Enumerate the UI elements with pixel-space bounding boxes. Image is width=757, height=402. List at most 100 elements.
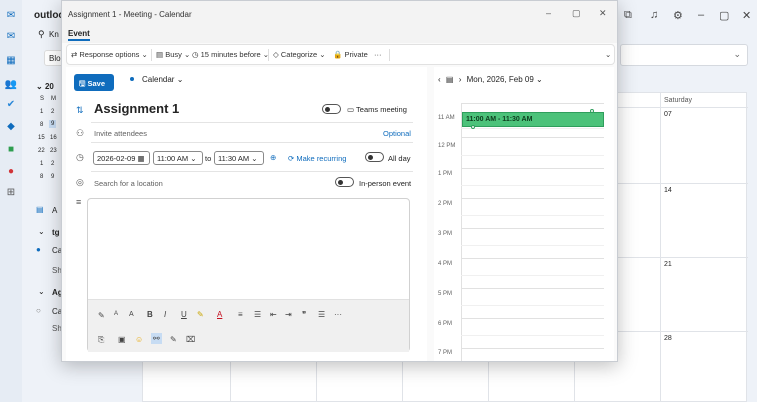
font-size-down-icon[interactable]: A (114, 311, 118, 317)
format-painter-icon[interactable]: ✎ (98, 311, 105, 320)
quote-icon[interactable]: ❞ (302, 310, 306, 319)
ribbon-expand-chevron-icon[interactable]: ⌄ (605, 50, 611, 59)
mini-cal-month[interactable]: ⌄ 20 (36, 82, 54, 91)
bg-dropdown[interactable]: ⌄ (620, 44, 748, 66)
image-icon[interactable]: ▣ (118, 335, 126, 344)
mini-cal-cell[interactable]: 23 (50, 148, 57, 154)
mini-cal-cell[interactable]: 16 (50, 135, 57, 141)
calendar-group-1[interactable]: tg (52, 228, 60, 237)
event-block[interactable]: 11:00 AM - 11:30 AM (462, 112, 604, 127)
powerpoint-icon[interactable]: ● (5, 165, 17, 177)
mini-cal-cell[interactable]: 9 (51, 174, 54, 180)
search-icon[interactable]: ⚲ (38, 29, 45, 40)
mini-cal-cell[interactable]: 2 (51, 161, 54, 167)
teams-meeting-toggle[interactable] (322, 104, 341, 114)
teams-icon[interactable]: ◆ (5, 120, 17, 132)
start-date-field[interactable]: 2026-02-09 ▦ (93, 151, 150, 165)
day-cell[interactable]: 28 (664, 335, 672, 342)
text-clear-icon[interactable]: ⌧ (186, 335, 195, 344)
decrease-indent-icon[interactable]: ⇤ (270, 310, 277, 319)
bullets-icon[interactable]: ☰ (254, 310, 261, 319)
busy-button[interactable]: ▤ Busy ⌄ (156, 50, 190, 59)
time-zone-icon[interactable]: ⊕ (270, 153, 276, 162)
mini-cal-cell[interactable]: 8 (40, 122, 43, 128)
description-editor[interactable]: ✎ A A B I U ✎ A ≡ ☰ ⇤ ⇥ ❞ ☰ ··· ⎘ ▣ ☺ ⚯ … (87, 198, 410, 352)
minimize-icon[interactable]: – (698, 9, 704, 21)
calendar-icon[interactable]: ▦ (5, 54, 17, 66)
maximize-icon[interactable]: ▢ (719, 9, 729, 22)
more-format-icon[interactable]: ··· (334, 310, 342, 319)
categorize-button[interactable]: ◇ Categorize ⌄ (273, 50, 326, 59)
search-text[interactable]: Kn (49, 30, 59, 39)
mini-cal-cell[interactable]: 1 (40, 109, 43, 115)
calendar-selector[interactable]: Calendar ⌄ (142, 75, 183, 84)
event-title-input[interactable]: Assignment 1 (94, 101, 179, 116)
maximize-icon[interactable]: ▢ (572, 8, 581, 19)
mini-cal-cell[interactable]: 8 (40, 174, 43, 180)
mini-cal-cell[interactable]: 22 (38, 148, 45, 154)
outlook-app-icon[interactable]: ✉ (5, 9, 17, 21)
more-options-button[interactable]: ··· (374, 50, 382, 59)
mini-cal-cell: M (51, 96, 56, 102)
excel-icon[interactable]: ■ (5, 143, 17, 155)
chevron-down-icon[interactable]: ⌄ (38, 287, 45, 296)
mail-icon[interactable]: ✉ (5, 30, 17, 42)
chevron-left-icon[interactable]: ‹ (438, 75, 441, 84)
all-day-toggle[interactable] (365, 152, 384, 162)
end-time-field[interactable]: 11:30 AM ⌄ (214, 151, 264, 165)
reminder-button[interactable]: ◷ 15 minutes before ⌄ (192, 50, 269, 59)
gear-icon[interactable]: ⚙ (673, 9, 683, 22)
save-button[interactable]: 🖫 Save (74, 74, 114, 91)
title-icon: ⇅ (76, 105, 84, 115)
make-recurring-button[interactable]: ⟳ Make recurring (288, 154, 346, 163)
draw-icon[interactable]: ✎ (170, 335, 177, 344)
today-icon[interactable]: ▤ (446, 75, 454, 84)
mini-cal-cell[interactable]: 15 (38, 135, 45, 141)
add-calendar-label[interactable]: A (52, 206, 57, 215)
timeline-date[interactable]: Mon, 2026, Feb 09 (467, 75, 534, 84)
paragraph-icon[interactable]: ☰ (318, 310, 325, 319)
close-icon[interactable]: ✕ (742, 9, 751, 22)
event-dialog: Assignment 1 - Meeting - Calendar – ▢ ✕ … (61, 0, 618, 362)
apps-icon[interactable]: ⊞ (5, 186, 17, 198)
day-cell[interactable]: 14 (664, 187, 672, 194)
response-options-button[interactable]: ⇄ Response options ⌄ (71, 50, 148, 59)
private-button[interactable]: 🔒 Private (333, 50, 368, 59)
location-input[interactable]: Search for a location (94, 179, 163, 188)
close-icon[interactable]: ✕ (599, 8, 607, 19)
chevron-right-icon[interactable]: › (459, 75, 462, 84)
add-calendar-icon[interactable]: ▤ (36, 205, 44, 214)
bell-icon[interactable]: ♫ (650, 9, 658, 21)
todo-icon[interactable]: ✔ (5, 98, 17, 110)
people-icon[interactable]: 👥 (5, 78, 17, 90)
half-hour-line (461, 185, 604, 186)
underline-icon[interactable]: U (181, 310, 187, 319)
event-resize-handle-bottom[interactable] (471, 125, 475, 129)
start-time-field[interactable]: 11:00 AM ⌄ (153, 151, 203, 165)
optional-attendees-link[interactable]: Optional (383, 129, 411, 138)
increase-indent-icon[interactable]: ⇥ (285, 310, 292, 319)
meet-now-icon[interactable]: ⧉ (624, 9, 632, 22)
unchecked-circle-icon[interactable]: ○ (36, 306, 41, 315)
invite-attendees-input[interactable]: Invite attendees (94, 129, 147, 138)
in-person-toggle[interactable] (335, 177, 354, 187)
day-cell[interactable]: 07 (664, 111, 672, 118)
event-resize-handle-top[interactable] (590, 109, 594, 113)
highlight-icon[interactable]: ✎ (197, 310, 204, 319)
chevron-down-icon[interactable]: ⌄ (38, 227, 45, 236)
checked-circle-icon[interactable]: ● (36, 245, 41, 254)
mini-cal-selected[interactable]: 9 (49, 120, 57, 128)
italic-icon[interactable]: I (164, 310, 166, 319)
tab-event[interactable]: Event (68, 29, 90, 41)
mini-cal-cell[interactable]: 2 (51, 109, 54, 115)
mini-cal-cell[interactable]: 1 (40, 161, 43, 167)
attach-icon[interactable]: ⎘ (98, 335, 104, 345)
font-size-up-icon[interactable]: A (129, 311, 134, 318)
day-cell[interactable]: 21 (664, 261, 672, 268)
minimize-icon[interactable]: – (546, 8, 551, 18)
bold-icon[interactable]: B (147, 310, 153, 319)
align-icon[interactable]: ≡ (238, 310, 243, 319)
emoji-icon[interactable]: ☺ (135, 335, 143, 344)
loop-icon[interactable]: ⚯ (151, 333, 162, 344)
font-color-icon[interactable]: A (217, 310, 222, 319)
